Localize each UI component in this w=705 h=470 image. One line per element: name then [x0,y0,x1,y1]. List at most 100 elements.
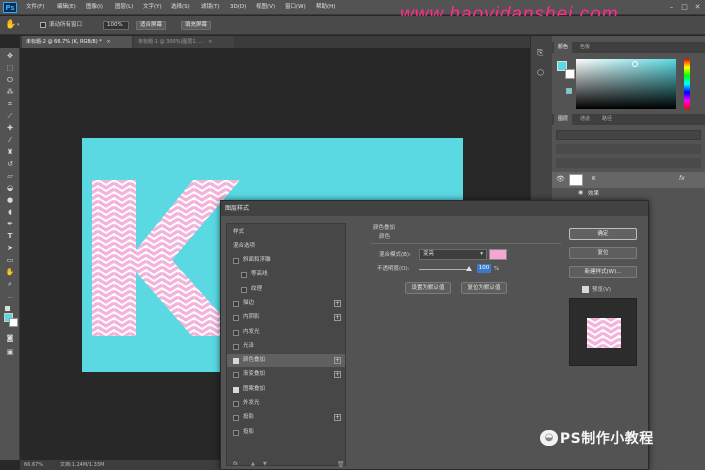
style-checkbox[interactable] [241,286,247,293]
blend-mode-select[interactable]: 变亮 ▾ [419,249,487,260]
tab-swatches[interactable]: 色板 [576,42,594,53]
new-style-button[interactable]: 新建样式(W)... [569,266,637,278]
tab-color[interactable]: 颜色 [554,42,573,53]
hue-slider[interactable] [684,59,690,109]
maximize-icon[interactable]: □ [680,3,689,11]
dialog-title[interactable]: 图层样式 [221,201,648,216]
style-checkbox[interactable] [233,315,239,322]
style-checkbox[interactable] [233,401,239,407]
style-checkbox[interactable] [233,358,239,365]
move-down-icon[interactable]: ▼ [263,461,267,467]
menu-help[interactable]: 帮助(H) [316,3,335,12]
move-tool-icon[interactable]: ✥ [5,52,15,61]
clone-stamp-tool-icon[interactable]: ♜ [5,148,15,157]
reset-default-button[interactable]: 复位为默认值 [461,282,507,294]
minimize-icon[interactable]: – [667,3,676,11]
magic-wand-tool-icon[interactable]: ⁂ [5,88,15,97]
tab-document-1[interactable]: 未标题-1 @ 300%(图层1, ... × [134,36,234,48]
tool-preset-chevron-icon[interactable]: ▾ [17,22,20,28]
style-checkbox[interactable] [233,300,239,307]
move-up-icon[interactable]: ▲ [251,461,255,467]
style-item[interactable]: 渐变叠加 + [227,368,345,381]
tab-paths[interactable]: 路径 [598,114,616,125]
last-color-swatch[interactable] [566,88,572,94]
menu-layer[interactable]: 图层(L) [115,3,133,12]
menu-file[interactable]: 文件(F) [26,3,44,12]
tab-layers[interactable]: 图层 [554,114,573,125]
layer-row-k[interactable]: 👁 K fx [552,172,705,188]
style-item[interactable]: 内阴影 + [227,311,345,324]
opacity-slider-track[interactable] [419,266,472,271]
blur-tool-icon[interactable]: ● [5,196,15,205]
style-item[interactable]: 外发光 [227,397,345,410]
color-field[interactable] [576,59,676,109]
style-item[interactable]: 斜面和浮雕 [227,254,345,267]
menu-select[interactable]: 选择(S) [171,3,190,12]
add-style-plus-icon[interactable]: + [334,314,341,322]
screen-mode-icon[interactable]: ▣ [5,348,15,357]
scroll-all-checkbox[interactable] [40,22,46,28]
style-checkbox[interactable] [233,415,239,422]
blending-options-item[interactable]: 混合选项 [227,240,345,253]
add-style-plus-icon[interactable]: + [334,414,341,422]
more-tools-icon[interactable]: ··· [5,294,15,303]
menu-type[interactable]: 文字(Y) [143,3,162,12]
shape-tool-icon[interactable]: ▭ [5,256,15,265]
brush-tool-icon[interactable]: ⁄ [5,136,15,145]
healing-brush-tool-icon[interactable]: ✚ [5,124,15,133]
layer-fx-badge[interactable]: fx [679,175,685,182]
style-item[interactable]: 图案叠加 [227,383,345,396]
add-style-plus-icon[interactable]: + [334,299,341,307]
close-icon[interactable]: ✕ [693,3,702,11]
style-item[interactable]: 内发光 [227,326,345,339]
opacity-field[interactable]: 100 [477,264,491,273]
tab-channels[interactable]: 通道 [576,114,594,125]
tab-close-icon[interactable]: × [208,39,212,45]
style-checkbox[interactable] [233,386,239,393]
style-item[interactable]: 光泽 [227,340,345,353]
add-style-plus-icon[interactable]: + [334,371,341,379]
lock-row[interactable] [556,158,701,168]
style-checkbox[interactable] [233,429,239,436]
ok-button[interactable]: 确定 [569,228,637,240]
menu-filter[interactable]: 滤镜(T) [201,3,220,12]
style-item[interactable]: 描边 + [227,297,345,310]
style-item[interactable]: 颜色叠加 + [227,354,345,368]
style-checkbox[interactable] [233,372,239,379]
tab-close-icon[interactable]: × [106,39,110,45]
set-default-button[interactable]: 设置为默认值 [405,282,451,294]
history-panel-icon[interactable]: ⎘ [537,48,543,58]
layer-filter-row[interactable] [556,130,701,140]
pen-tool-icon[interactable]: ✒ [5,220,15,229]
panel-background-swatch[interactable] [565,69,575,79]
zoom-tool-icon[interactable]: ⌕ [5,280,15,289]
fx-icon[interactable]: fx [233,461,238,467]
trash-icon[interactable]: 🗑 [337,461,345,468]
overlay-color-swatch[interactable] [489,249,507,260]
paint-bucket-tool-icon[interactable]: ◒ [5,184,15,193]
eraser-tool-icon[interactable]: ▱ [5,172,15,181]
fit-screen-button[interactable]: 适合屏幕 [136,21,167,30]
default-colors-icon[interactable] [5,306,10,311]
zoom-field[interactable]: 100% [103,21,129,30]
add-style-plus-icon[interactable]: + [334,357,341,365]
fill-screen-button[interactable]: 填充屏幕 [181,21,212,30]
opacity-slider-handle[interactable] [466,266,472,271]
tab-document-2[interactable]: 未标题-2 @ 66.7% (K, RGB/8) * × [22,36,132,48]
lasso-tool-icon[interactable]: ⵔ [5,76,15,85]
visibility-eye-icon[interactable]: 👁 [556,175,565,183]
style-item[interactable]: 投影 + [227,411,345,424]
blend-mode-row[interactable] [556,144,701,154]
style-item[interactable]: 投影 [227,426,345,439]
hand-tool-icon[interactable]: ✋ [5,268,15,277]
hand-tool-icon[interactable]: ✋ [5,19,16,31]
styles-header[interactable]: 样式 [227,226,345,239]
reset-button[interactable]: 复位 [569,247,637,259]
menu-view[interactable]: 视图(V) [256,3,275,12]
style-item[interactable]: 纹理 [227,283,345,296]
preview-checkbox[interactable] [582,286,589,293]
marquee-tool-icon[interactable]: ⬚ [5,64,15,73]
effects-eye-icon[interactable]: ◉ [578,189,583,196]
style-checkbox[interactable] [233,258,239,264]
style-checkbox[interactable] [241,272,247,279]
